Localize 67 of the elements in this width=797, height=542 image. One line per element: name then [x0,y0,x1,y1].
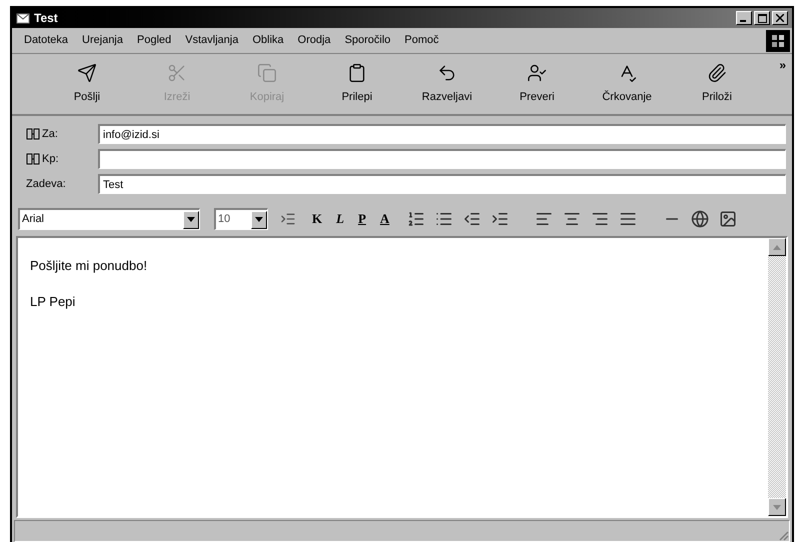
scrollbar[interactable] [768,238,786,516]
dropdown-button[interactable] [183,210,199,228]
paperclip-icon [707,62,727,83]
toolbar-button[interactable]: Črkovanje [582,62,672,106]
scroll-down-button[interactable] [768,498,786,516]
resize-grip-icon[interactable] [777,529,789,541]
field-label: Zadeva: [26,176,66,192]
scroll-up-button[interactable] [768,238,786,256]
menu-item[interactable]: Datoteka [24,32,68,49]
menu-item[interactable]: Pogled [137,32,172,49]
menu-item[interactable]: Orodja [298,32,331,49]
menu-item[interactable]: Sporočilo [344,32,391,49]
font-select[interactable]: Arial [18,208,200,230]
body-text: LP Pepi [30,292,76,311]
menu-item[interactable]: Urejanja [82,32,123,49]
input-field[interactable]: info@izid.si [98,124,786,144]
format-button[interactable]: A [380,209,390,229]
paragraph-style-icon[interactable] [280,211,296,227]
close-button[interactable] [772,11,788,25]
format-button[interactable]: P [358,209,366,229]
globe-icon[interactable] [691,210,710,228]
toolbar-button[interactable]: Pošlji [42,62,132,106]
font-size-select[interactable]: 10 [214,208,268,230]
dropdown-button[interactable] [251,210,267,228]
increase-indent-icon[interactable] [491,210,510,228]
down-triangle-icon [255,217,263,222]
clipboard-icon [347,62,367,83]
align-right-icon[interactable] [591,210,610,228]
decrease-indent-icon[interactable] [463,210,482,228]
more-tools-button[interactable]: » [779,56,786,74]
down-triangle-icon [773,504,781,510]
envelope-icon [16,11,30,25]
field-label: Za: [42,126,58,142]
window-title: Test [34,10,58,27]
field-label: Kp: [42,152,59,167]
toolbar-button[interactable]: Razveljavi [402,62,492,106]
input-field[interactable]: Test [98,174,786,194]
body-text: Pošljite mi ponudbo! [30,257,148,275]
menu-item[interactable]: Oblika [252,32,284,49]
menu-item[interactable]: Vstavljanja [185,32,238,49]
format-button[interactable]: K [312,209,322,229]
up-triangle-icon [773,244,781,250]
input-field[interactable] [98,149,786,169]
image-icon[interactable] [719,210,738,228]
toolbar-button[interactable]: Priloži [672,62,762,106]
maximize-button[interactable] [754,11,770,25]
toolbar-button[interactable]: Preveri [492,62,582,106]
maximize-icon [758,14,766,22]
minimize-button[interactable] [736,11,752,25]
toolbar-button[interactable]: Prilepi [312,62,402,106]
address-book-icon[interactable] [26,153,40,165]
windows-logo-icon [766,30,790,52]
address-book-icon[interactable] [26,128,40,140]
align-left-icon[interactable] [535,210,554,228]
numbered-list-icon[interactable] [407,210,426,228]
person-check-icon [527,62,547,83]
close-icon [776,14,784,22]
format-button[interactable]: L [336,209,344,229]
undo-icon [437,62,457,83]
bullet-list-icon[interactable] [435,210,454,228]
align-center-icon[interactable] [563,210,582,228]
send-icon [77,62,97,83]
copy-icon [257,62,277,83]
menu-item[interactable]: Pomoč [404,32,439,49]
align-justify-icon[interactable] [619,210,638,228]
down-triangle-icon [187,217,195,222]
scissors-icon [167,62,187,83]
